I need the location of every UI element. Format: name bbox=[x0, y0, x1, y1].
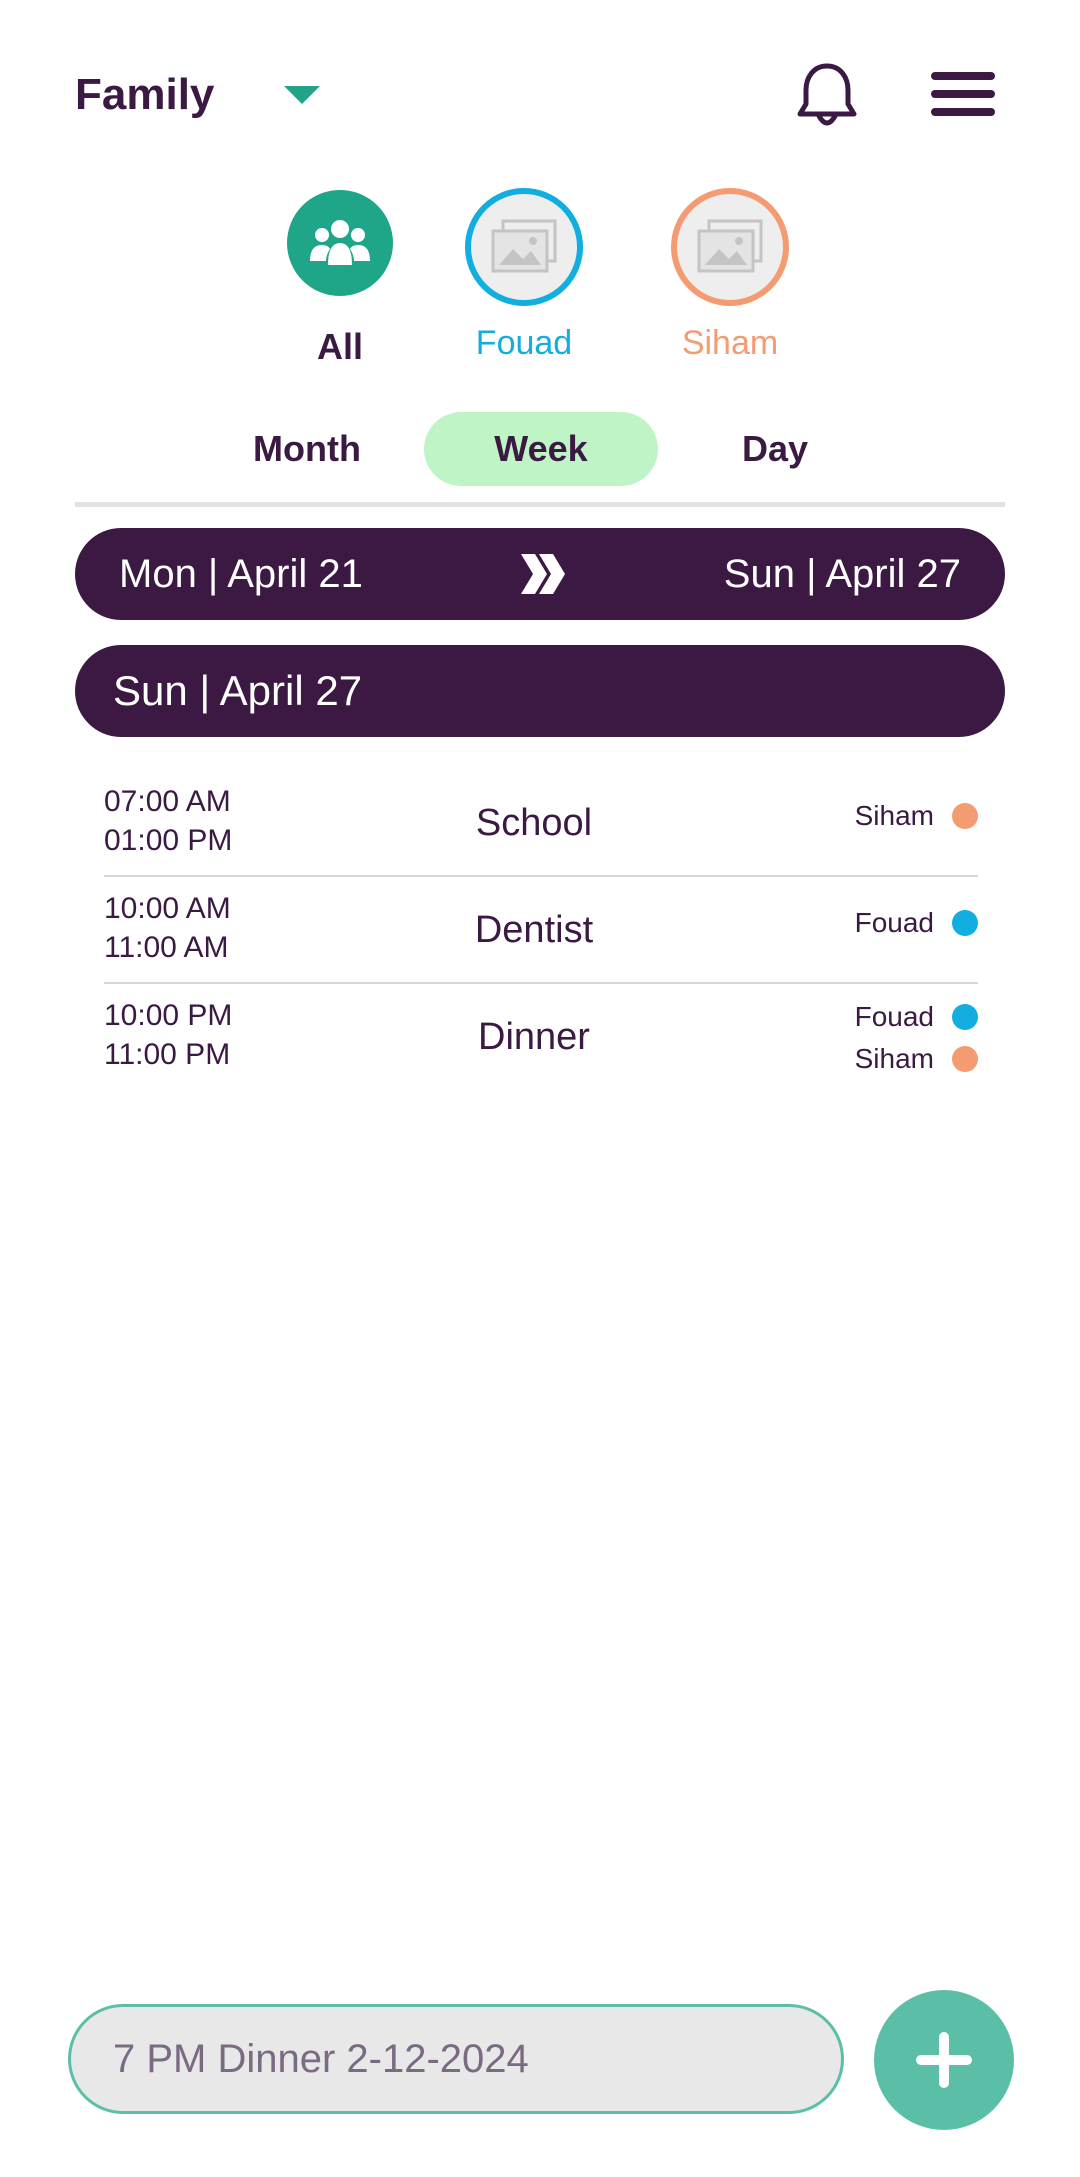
event-start: 10:00 AM bbox=[104, 892, 231, 925]
participant: Fouad bbox=[855, 996, 978, 1038]
event-participants: Siham bbox=[855, 796, 978, 836]
plus-icon bbox=[916, 2032, 972, 2088]
calendar-screen: Family All Fouad Siham Month Week Day Mo… bbox=[0, 0, 1080, 2177]
member-fouad[interactable]: Fouad bbox=[444, 188, 604, 363]
participant-dot bbox=[952, 1046, 978, 1072]
event-start: 10:00 PM bbox=[104, 999, 233, 1032]
member-all[interactable]: All bbox=[260, 188, 420, 368]
quick-add-input[interactable] bbox=[68, 2004, 844, 2114]
participant-dot bbox=[952, 910, 978, 936]
divider bbox=[75, 502, 1005, 507]
member-filter: All Fouad Siham bbox=[0, 188, 1080, 378]
image-placeholder-icon bbox=[671, 188, 789, 306]
event-end: 11:00 PM bbox=[104, 1038, 231, 1071]
day-label: Sun | April 27 bbox=[113, 667, 363, 714]
event-start: 07:00 AM bbox=[104, 785, 231, 818]
participant-name: Siham bbox=[854, 800, 934, 831]
participant-name: Fouad bbox=[854, 907, 934, 938]
participant-name: Siham bbox=[854, 1043, 934, 1074]
event-title: School bbox=[475, 802, 593, 844]
event-end: 11:00 AM bbox=[104, 931, 229, 964]
group-icon bbox=[287, 190, 393, 296]
tab-month[interactable]: Month bbox=[232, 412, 382, 486]
range-start: Mon | April 21 bbox=[119, 552, 363, 596]
range-end: Sun | April 27 bbox=[723, 552, 961, 596]
event-time: 10:00 AM 11:00 AM bbox=[104, 889, 231, 967]
tab-day[interactable]: Day bbox=[700, 412, 850, 486]
image-placeholder-icon bbox=[465, 188, 583, 306]
event-title: Dinner bbox=[478, 1016, 590, 1058]
view-tabs: Month Week Day bbox=[0, 412, 1080, 486]
event-participants: Fouad bbox=[855, 903, 978, 943]
participant: Siham bbox=[855, 1038, 978, 1080]
member-siham[interactable]: Siham bbox=[650, 188, 810, 363]
participant: Siham bbox=[855, 796, 978, 836]
bell-icon[interactable] bbox=[794, 60, 860, 130]
member-name: Fouad bbox=[475, 324, 573, 362]
double-chevron-right-icon[interactable] bbox=[517, 550, 567, 598]
menu-icon[interactable] bbox=[931, 72, 995, 122]
member-name: All bbox=[316, 326, 363, 367]
event-row[interactable]: 10:00 PM 11:00 PM Dinner Fouad Siham bbox=[104, 984, 978, 1091]
participant-dot bbox=[952, 1004, 978, 1030]
event-list: 07:00 AM 01:00 PM School Siham 10:00 AM … bbox=[104, 770, 978, 1091]
event-row[interactable]: 10:00 AM 11:00 AM Dentist Fouad bbox=[104, 877, 978, 984]
event-row[interactable]: 07:00 AM 01:00 PM School Siham bbox=[104, 770, 978, 877]
tab-week[interactable]: Week bbox=[424, 412, 658, 486]
event-time: 07:00 AM 01:00 PM bbox=[104, 782, 232, 860]
caret-down-icon bbox=[284, 86, 321, 104]
day-header-bar[interactable]: Sun | April 27 bbox=[75, 645, 1005, 737]
family-label: Family bbox=[75, 70, 215, 119]
week-range-bar: Mon | April 21 Sun | April 27 bbox=[75, 528, 1005, 620]
add-event-button[interactable] bbox=[874, 1990, 1014, 2130]
event-time: 10:00 PM 11:00 PM bbox=[104, 996, 232, 1074]
event-participants: Fouad Siham bbox=[855, 996, 978, 1080]
header: Family bbox=[75, 40, 1005, 150]
member-name: Siham bbox=[681, 324, 779, 362]
event-title: Dentist bbox=[474, 909, 594, 951]
event-end: 01:00 PM bbox=[104, 824, 233, 857]
participant-dot bbox=[952, 803, 978, 829]
family-selector[interactable]: Family bbox=[75, 70, 321, 120]
participant: Fouad bbox=[855, 903, 978, 943]
participant-name: Fouad bbox=[854, 1001, 934, 1032]
